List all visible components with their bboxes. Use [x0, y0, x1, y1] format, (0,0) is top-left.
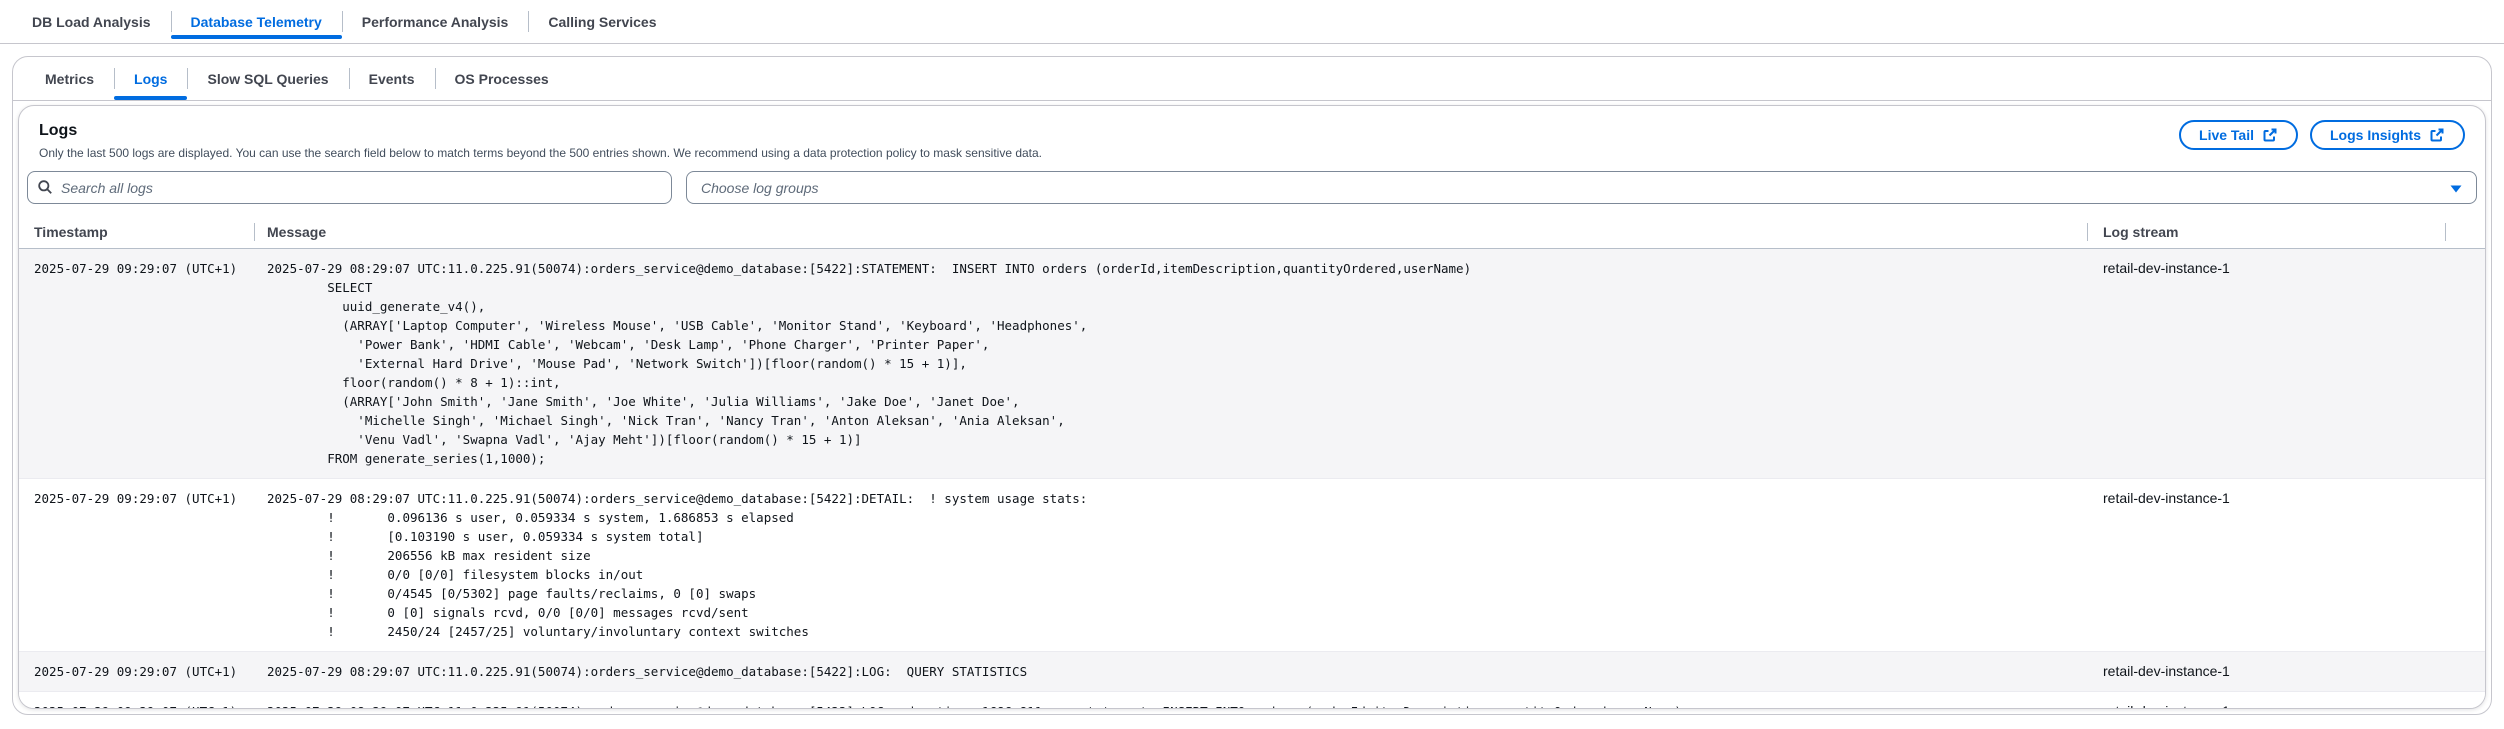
logs-title-block: Logs Only the last 500 logs are displaye… — [39, 120, 1042, 161]
tab-events[interactable]: Events — [349, 57, 435, 100]
log-message-text: 2025-07-29 08:29:07 UTC:11.0.225.91(5007… — [267, 702, 2087, 709]
telemetry-sub-tab-bar: Metrics Logs Slow SQL Queries Events OS … — [13, 57, 2491, 101]
log-message: 2025-07-29 08:29:07 UTC:11.0.225.91(5007… — [254, 662, 2087, 681]
log-timestamp: 2025-07-29 09:29:07 (UTC+1) — [19, 259, 254, 278]
log-table-header: Timestamp Message Log stream — [19, 216, 2485, 249]
log-groups-select[interactable]: Choose log groups — [686, 171, 2477, 204]
tab-calling-services[interactable]: Calling Services — [528, 0, 676, 43]
log-message: 2025-07-29 08:29:07 UTC:11.0.225.91(5007… — [254, 489, 2087, 641]
logs-insights-button-label: Logs Insights — [2330, 127, 2421, 143]
logs-filter-row: Choose log groups — [19, 161, 2485, 216]
log-table-body: 2025-07-29 09:29:07 (UTC+1) 2025-07-29 0… — [19, 249, 2485, 709]
logs-card: Logs Only the last 500 logs are displaye… — [18, 105, 2486, 709]
tab-metrics[interactable]: Metrics — [25, 57, 114, 100]
logs-insights-button[interactable]: Logs Insights — [2310, 120, 2465, 150]
tab-database-telemetry[interactable]: Database Telemetry — [171, 0, 342, 43]
column-header-message[interactable]: Message — [254, 216, 2087, 248]
log-message-text: 2025-07-29 08:29:07 UTC:11.0.225.91(5007… — [267, 489, 2087, 641]
log-message: 2025-07-29 08:29:07 UTC:11.0.225.91(5007… — [254, 259, 2087, 468]
log-timestamp: 2025-07-29 09:29:07 (UTC+1) — [19, 489, 254, 508]
live-tail-button-label: Live Tail — [2199, 127, 2254, 143]
live-tail-button[interactable]: Live Tail — [2179, 120, 2298, 150]
external-link-icon — [2429, 127, 2445, 143]
tab-slow-sql-queries[interactable]: Slow SQL Queries — [187, 57, 348, 100]
logs-card-header: Logs Only the last 500 logs are displaye… — [19, 106, 2485, 161]
column-header-spacer — [2445, 216, 2485, 248]
log-timestamp: 2025-07-29 09:29:07 (UTC+1) — [19, 702, 254, 709]
search-input[interactable] — [27, 171, 672, 204]
log-message-text: 2025-07-29 08:29:07 UTC:11.0.225.91(5007… — [267, 259, 2087, 468]
table-row[interactable]: 2025-07-29 09:29:07 (UTC+1) 2025-07-29 0… — [19, 692, 2485, 709]
log-message: 2025-07-29 08:29:07 UTC:11.0.225.91(5007… — [254, 702, 2087, 709]
log-table: Timestamp Message Log stream 2025-07-29 … — [19, 216, 2485, 709]
page-title: Logs — [39, 120, 1042, 142]
search-box — [27, 171, 672, 204]
logs-description: Only the last 500 logs are displayed. Yo… — [39, 145, 1042, 161]
tab-os-processes[interactable]: OS Processes — [435, 57, 569, 100]
log-groups-select-placeholder: Choose log groups — [701, 180, 819, 196]
tab-logs[interactable]: Logs — [114, 57, 187, 100]
table-row[interactable]: 2025-07-29 09:29:07 (UTC+1) 2025-07-29 0… — [19, 652, 2485, 692]
tab-db-load-analysis[interactable]: DB Load Analysis — [12, 0, 171, 43]
database-telemetry-panel: Metrics Logs Slow SQL Queries Events OS … — [12, 56, 2492, 715]
log-message-text: 2025-07-29 08:29:07 UTC:11.0.225.91(5007… — [267, 662, 2087, 681]
log-stream: retail-dev-instance-1 — [2087, 489, 2445, 508]
primary-tab-bar: DB Load Analysis Database Telemetry Perf… — [0, 0, 2504, 44]
logs-actions: Live Tail Logs Insights — [2179, 120, 2465, 150]
log-stream: retail-dev-instance-1 — [2087, 662, 2445, 681]
table-row[interactable]: 2025-07-29 09:29:07 (UTC+1) 2025-07-29 0… — [19, 479, 2485, 652]
log-stream: retail-dev-instance-1 — [2087, 259, 2445, 278]
caret-down-icon — [2450, 180, 2462, 196]
log-stream: retail-dev-instance-1 — [2087, 702, 2445, 709]
tab-performance-analysis[interactable]: Performance Analysis — [342, 0, 529, 43]
external-link-icon — [2262, 127, 2278, 143]
column-header-timestamp[interactable]: Timestamp — [19, 216, 254, 248]
table-row[interactable]: 2025-07-29 09:29:07 (UTC+1) 2025-07-29 0… — [19, 249, 2485, 479]
column-header-log-stream[interactable]: Log stream — [2087, 216, 2445, 248]
log-timestamp: 2025-07-29 09:29:07 (UTC+1) — [19, 662, 254, 681]
